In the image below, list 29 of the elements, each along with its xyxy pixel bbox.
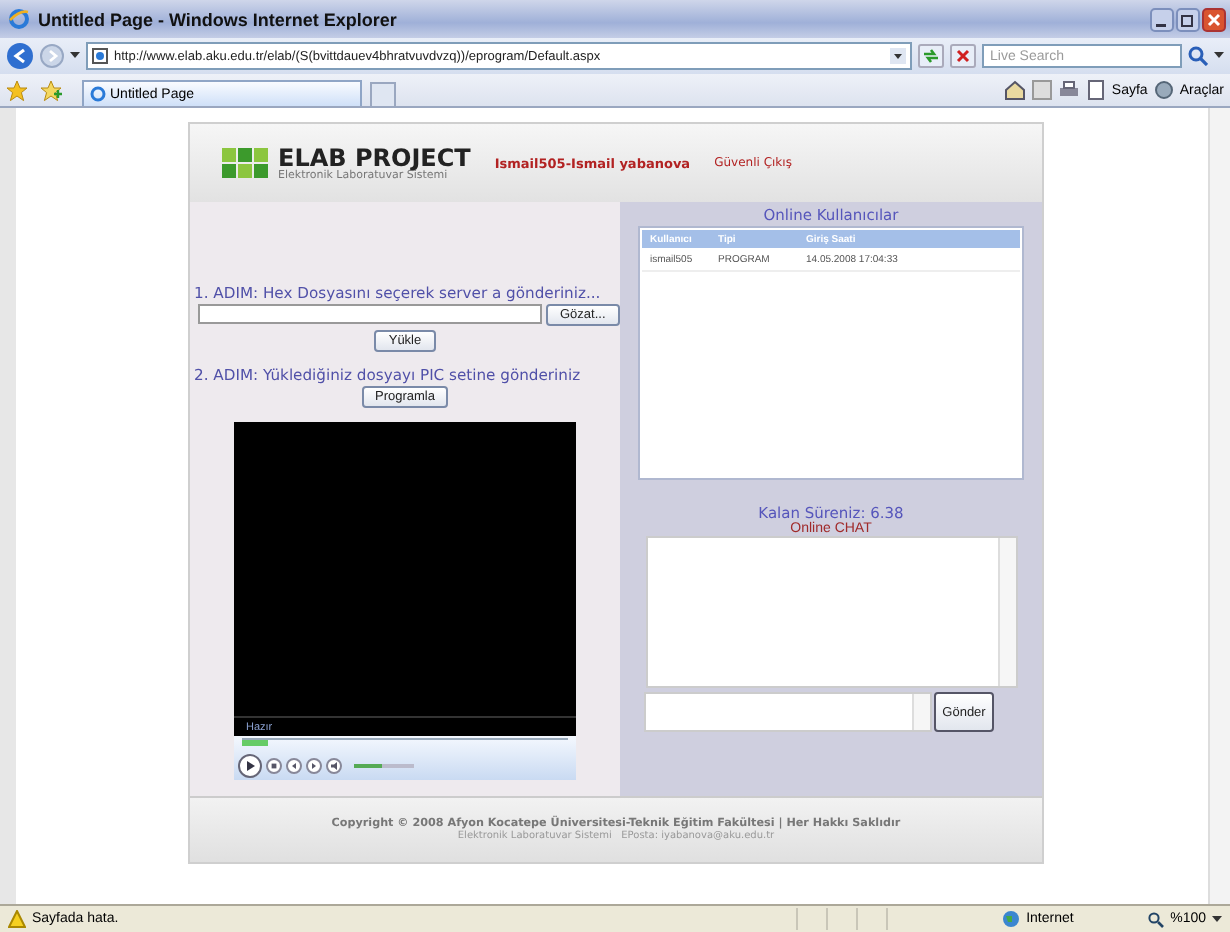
play-icon[interactable]	[238, 754, 262, 778]
stop-icon[interactable]	[950, 44, 976, 68]
logo-icon	[222, 148, 268, 178]
dropdown-icon[interactable]	[1212, 915, 1222, 923]
star-plus-icon[interactable]	[40, 79, 62, 101]
printer-icon[interactable]	[1057, 80, 1080, 100]
message-field[interactable]	[644, 692, 933, 732]
zoom-icon[interactable]	[1148, 911, 1165, 927]
refresh-icon[interactable]	[918, 44, 944, 68]
back-icon[interactable]	[6, 42, 34, 70]
file-path-field[interactable]	[198, 304, 542, 324]
previous-icon[interactable]	[286, 758, 302, 774]
speaker-icon[interactable]	[326, 758, 342, 774]
site-title: ELAB PROJECT	[278, 145, 471, 169]
search-icon[interactable]	[1188, 46, 1208, 66]
star-icon[interactable]	[6, 79, 28, 101]
stop-icon[interactable]	[266, 758, 282, 774]
home-icon[interactable]	[1003, 80, 1026, 100]
browser-icon	[8, 8, 30, 30]
dropdown-icon[interactable]	[70, 52, 80, 60]
close-icon[interactable]	[1202, 7, 1226, 31]
dropdown-icon[interactable]	[1214, 52, 1224, 60]
minimize-icon[interactable]	[1150, 7, 1174, 31]
next-icon[interactable]	[306, 758, 322, 774]
window-title: Untitled Page - Windows Internet Explorer	[38, 9, 399, 29]
dropdown-icon[interactable]	[890, 48, 906, 64]
restore-icon[interactable]	[1176, 7, 1200, 31]
globe-icon	[1002, 910, 1021, 928]
warning-icon	[8, 910, 26, 928]
